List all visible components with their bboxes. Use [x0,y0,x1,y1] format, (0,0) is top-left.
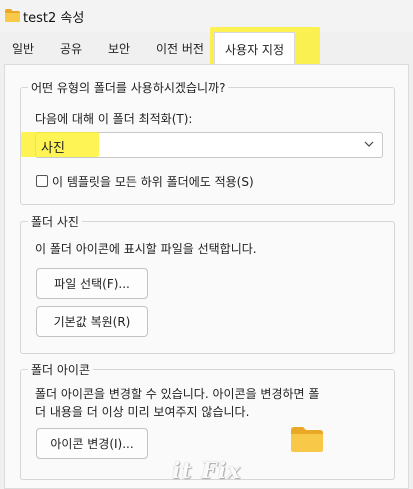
folder-picture-group-title: 폴더 사진 [28,213,82,230]
folder-preview-icon [291,427,323,452]
apply-subfolders-checkbox[interactable] [36,175,48,187]
watermark: it Fix [172,458,242,484]
tab-customize[interactable]: 사용자 지정 [214,32,296,66]
apply-subfolders-label[interactable]: 이 템플릿을 모든 하위 폴더에도 적용(S) [52,173,254,190]
optimize-label: 다음에 대해 이 폴더 최적화(T): [35,112,193,126]
window-title: test2 속성 [23,11,85,26]
folder-type-value: 사진 [41,141,65,156]
choose-file-button[interactable]: 파일 선택(F)... [36,268,148,299]
customize-panel: 어떤 유형의 폴더를 사용하시겠습니까? 다음에 대해 이 폴더 최적화(T):… [4,64,409,489]
tab-security[interactable]: 보안 [108,40,130,57]
folder-icon-description-line2: 더 내용을 더 이상 미리 보여주지 않습니다. [35,405,250,419]
folder-icon-group-title: 폴더 아이콘 [28,361,94,378]
chevron-down-icon [364,141,374,147]
folder-picture-description: 이 폴더 아이콘에 표시할 파일을 선택합니다. [35,242,257,256]
tab-previous-versions[interactable]: 이전 버전 [156,40,204,57]
folder-icon [5,9,20,22]
restore-default-button[interactable]: 기본값 복원(R) [36,306,148,337]
tab-general[interactable]: 일반 [12,40,34,57]
optimize-group-title: 어떤 유형의 폴더를 사용하시겠습니까? [28,79,229,96]
title-bar: test2 속성 [0,0,413,32]
tab-sharing[interactable]: 공유 [60,40,82,57]
tab-strip: 일반 공유 보안 이전 버전 사용자 지정 [0,27,413,71]
change-icon-button[interactable]: 아이콘 변경(I)... [36,428,148,459]
folder-icon-description-line1: 폴더 아이콘을 변경할 수 있습니다. 아이콘을 변경하면 폴 [35,387,320,401]
